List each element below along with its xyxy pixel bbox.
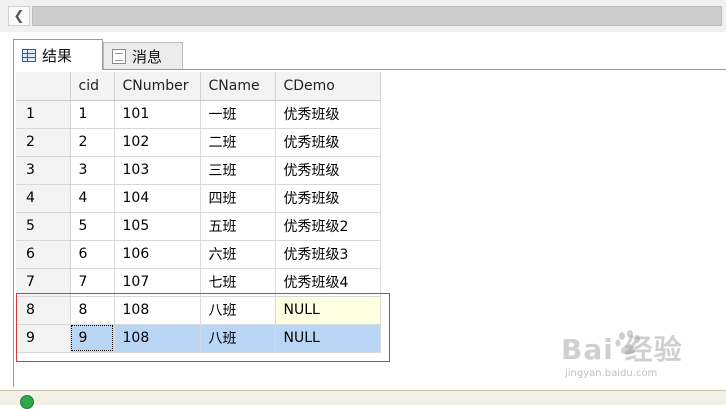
column-header-cname[interactable]: CName <box>200 72 276 101</box>
tab-messages[interactable]: 消息 <box>103 42 183 70</box>
cell-cid[interactable]: 8 <box>70 296 115 325</box>
grid-corner[interactable] <box>16 72 71 101</box>
cell-cnumber[interactable]: 106 <box>114 240 201 269</box>
column-header-cnumber[interactable]: CNumber <box>114 72 201 101</box>
row-number-cell[interactable]: 5 <box>16 212 71 241</box>
scroll-left-arrow-icon[interactable]: ❮ <box>8 6 30 26</box>
column-header-cdemo[interactable]: CDemo <box>275 72 381 101</box>
table-row[interactable]: 4 4 104 四班 优秀班级 <box>16 184 381 213</box>
cell-cdemo[interactable]: NULL <box>275 324 381 353</box>
row-number-cell[interactable]: 7 <box>16 268 71 297</box>
table-row[interactable]: 9 9 108 八班 NULL <box>16 324 381 353</box>
cell-cid[interactable]: 6 <box>70 240 115 269</box>
cell-cid[interactable]: 1 <box>70 100 115 129</box>
cell-cdemo[interactable]: 优秀班级 <box>275 128 381 157</box>
cell-cdemo[interactable]: 优秀班级 <box>275 184 381 213</box>
cell-cid[interactable]: 2 <box>70 128 115 157</box>
column-header-cid[interactable]: cid <box>70 72 115 101</box>
cell-cname[interactable]: 八班 <box>200 296 276 325</box>
cell-cdemo[interactable]: 优秀班级4 <box>275 268 381 297</box>
cell-cid[interactable]: 5 <box>70 212 115 241</box>
cell-cid[interactable]: 4 <box>70 184 115 213</box>
cell-cid[interactable]: 3 <box>70 156 115 185</box>
cell-cname[interactable]: 一班 <box>200 100 276 129</box>
cell-cname[interactable]: 六班 <box>200 240 276 269</box>
tab-messages-label: 消息 <box>132 48 163 66</box>
horizontal-scrollbar[interactable]: ❮ <box>0 0 726 33</box>
cell-cid[interactable]: 9 <box>70 324 115 353</box>
cell-cnumber[interactable]: 104 <box>114 184 201 213</box>
cell-cname[interactable]: 二班 <box>200 128 276 157</box>
cell-cdemo[interactable]: NULL <box>275 296 381 325</box>
cell-cnumber[interactable]: 103 <box>114 156 201 185</box>
tab-results-label: 结果 <box>42 46 73 65</box>
query-success-icon <box>20 395 34 409</box>
result-tabs: 结果 消息 <box>0 32 726 70</box>
cell-cname[interactable]: 四班 <box>200 184 276 213</box>
cell-cname[interactable]: 三班 <box>200 156 276 185</box>
cell-cdemo[interactable]: 优秀班级 <box>275 156 381 185</box>
table-row[interactable]: 5 5 105 五班 优秀班级2 <box>16 212 381 241</box>
table-row[interactable]: 2 2 102 二班 优秀班级 <box>16 128 381 157</box>
cell-cid[interactable]: 7 <box>70 268 115 297</box>
table-row[interactable]: 1 1 101 一班 优秀班级 <box>16 100 381 129</box>
cell-cnumber[interactable]: 105 <box>114 212 201 241</box>
row-number-cell[interactable]: 2 <box>16 128 71 157</box>
table-row[interactable]: 3 3 103 三班 优秀班级 <box>16 156 381 185</box>
results-grid-panel: cid CNumber CName CDemo 1 1 101 一班 优秀班级 2 2 102… <box>13 69 726 387</box>
cell-cname[interactable]: 五班 <box>200 212 276 241</box>
table-row[interactable]: 6 6 106 六班 优秀班级3 <box>16 240 381 269</box>
row-number-cell[interactable]: 8 <box>16 296 71 325</box>
header-row: cid CNumber CName CDemo <box>16 72 381 101</box>
table-row[interactable]: 8 8 108 八班 NULL <box>16 296 381 325</box>
cell-cnumber[interactable]: 102 <box>114 128 201 157</box>
status-bar <box>0 390 726 409</box>
cell-cnumber[interactable]: 107 <box>114 268 201 297</box>
cell-cdemo[interactable]: 优秀班级 <box>275 100 381 129</box>
cell-cdemo[interactable]: 优秀班级2 <box>275 212 381 241</box>
grid-icon <box>22 48 36 62</box>
row-number-cell[interactable]: 3 <box>16 156 71 185</box>
row-number-cell[interactable]: 4 <box>16 184 71 213</box>
cell-cname[interactable]: 八班 <box>200 324 276 353</box>
cell-cnumber[interactable]: 101 <box>114 100 201 129</box>
cell-cname[interactable]: 七班 <box>200 268 276 297</box>
scrollbar-track[interactable] <box>32 6 722 26</box>
row-number-cell[interactable]: 6 <box>16 240 71 269</box>
table-row[interactable]: 7 7 107 七班 优秀班级4 <box>16 268 381 297</box>
row-number-cell[interactable]: 1 <box>16 100 71 129</box>
cell-cnumber[interactable]: 108 <box>114 296 201 325</box>
message-icon <box>112 49 126 64</box>
cell-cnumber[interactable]: 108 <box>114 324 201 353</box>
cell-cdemo[interactable]: 优秀班级3 <box>275 240 381 269</box>
results-grid: cid CNumber CName CDemo 1 1 101 一班 优秀班级 2 2 102… <box>16 72 381 353</box>
row-number-cell[interactable]: 9 <box>16 324 71 353</box>
tab-results[interactable]: 结果 <box>13 39 103 70</box>
